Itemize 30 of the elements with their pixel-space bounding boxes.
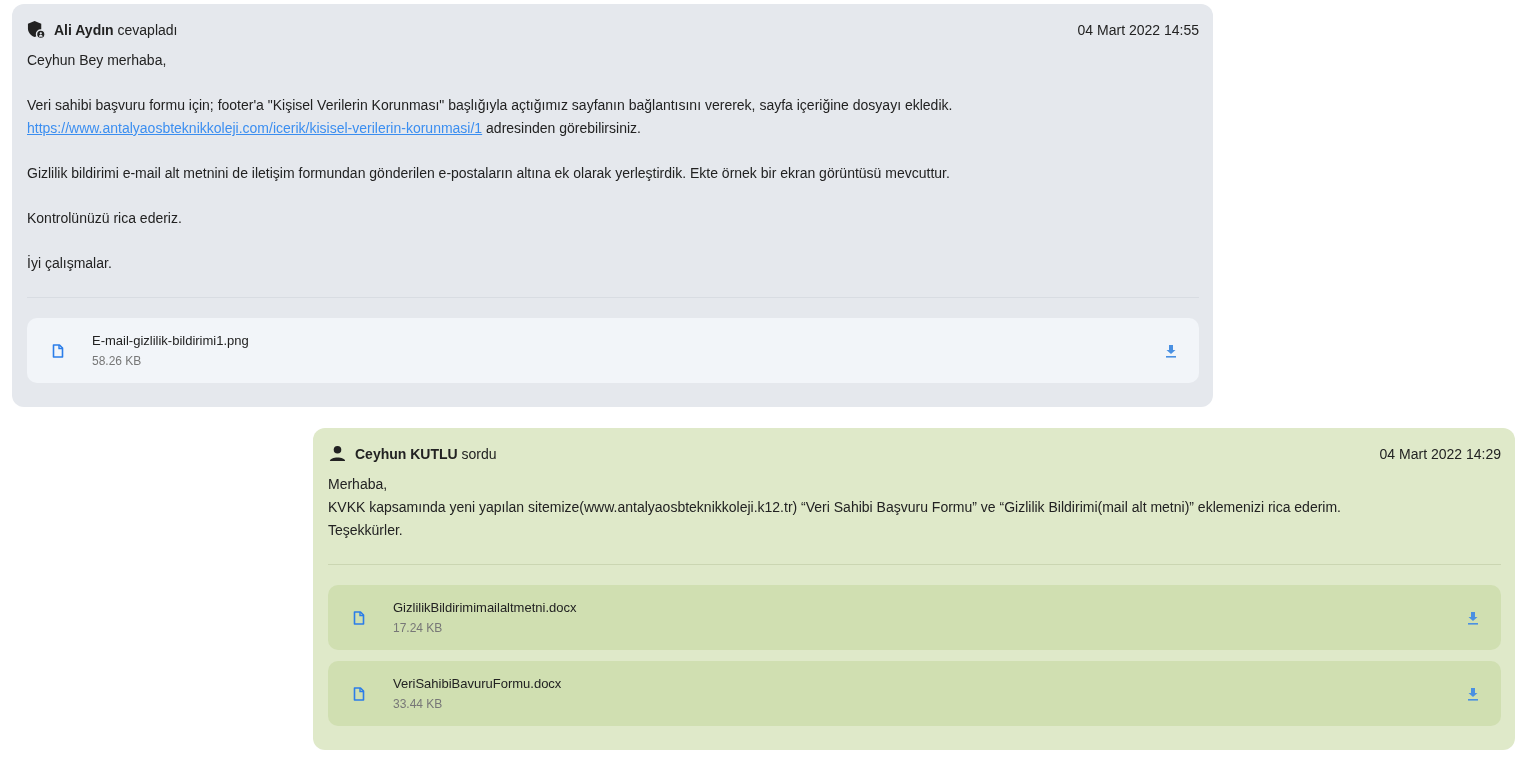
download-icon[interactable] (1467, 610, 1479, 625)
author-line: Ali Aydın cevapladı (54, 21, 179, 38)
attachment-card[interactable]: GizlilikBildirimimailaltmetni.docx 17.24 KB (328, 585, 1501, 650)
author-line: Ceyhun KUTLU sordu (355, 445, 498, 462)
file-name: E-mail-gizlilik-bildirimi1.png (92, 333, 250, 348)
message-text: İyi çalışmalar. (27, 254, 113, 273)
download-icon[interactable] (1467, 686, 1479, 701)
file-size: 58.26 KB (92, 354, 143, 368)
message-text: Gizlilik bildirimi e-mail alt metnini de iletişim formundan gönderilen e-postaların altına ek olarak yerleştirdik. Ekte örnek bir ekran görüntüsü mevcuttur. (27, 164, 951, 183)
file-size: 33.44 KB (393, 697, 444, 711)
file-icon (353, 610, 365, 625)
file-icon (353, 686, 365, 701)
message-date: 04 Mart 2022 14:55 (1077, 21, 1199, 38)
file-icon (52, 343, 64, 358)
message-text: Veri sahibi başvuru formu için; footer'a "Kişisel Verilerin Korunması" başlığıyla açtığımız sayfanın bağlantısını vererek, sayfa içeriğine dosyayı ekledik. (27, 96, 954, 115)
message-text: Merhaba, (328, 475, 389, 494)
download-icon[interactable] (1165, 343, 1177, 358)
shield-user-icon (27, 20, 46, 39)
attachment-card[interactable]: VeriSahibiBavuruFormu.docx 33.44 KB (328, 661, 1501, 726)
file-name: GizlilikBildirimimailaltmetni.docx (393, 600, 578, 615)
message-text: KVKK kapsamında yeni yapılan sitemize(www.antalyaosbteknikkoleji.k12.tr) “Veri Sahibi Başvuru Formu” ve “Gizlilik Bildirimi(mail alt metni)” eklemenizi rica ederim. (328, 498, 1342, 517)
file-name: VeriSahibiBavuruFormu.docx (393, 676, 563, 691)
person-icon (328, 444, 347, 463)
message-text: Kontrolünüzü rica ederiz. (27, 209, 183, 228)
message-text: Teşekkürler. (328, 521, 404, 540)
message-text: Ceyhun Bey merhaba, (27, 51, 168, 70)
file-size: 17.24 KB (393, 621, 444, 635)
message-text: https://www.antalyaosbteknikkoleji.com/icerik/kisisel-verilerin-korunmasi/1 adresinden görebilirsiniz. (27, 119, 642, 138)
message-date: 04 Mart 2022 14:29 (1379, 445, 1501, 462)
attachment-card[interactable]: E-mail-gizlilik-bildirimi1.png 58.26 KB (27, 318, 1199, 383)
